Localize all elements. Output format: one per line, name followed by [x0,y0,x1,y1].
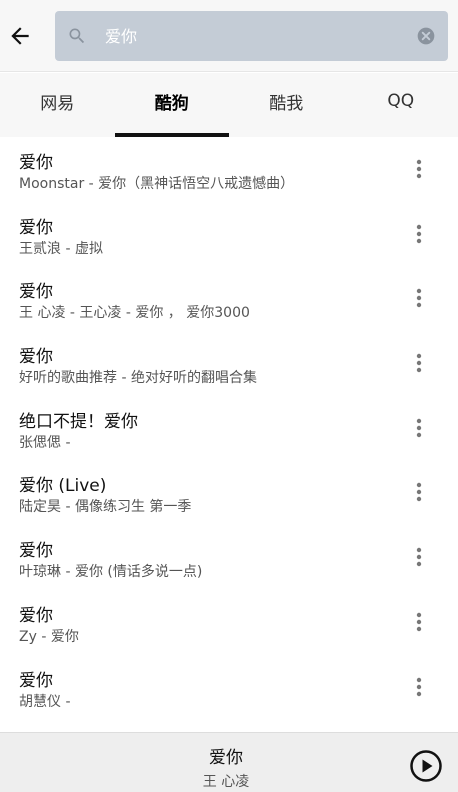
song-title: 爱你 [19,347,53,368]
more-vertical-icon [416,353,422,373]
search-icon [69,28,85,44]
player-song-title: 爱你 [209,748,243,768]
mini-player[interactable]: 爱你 王 心凌 [0,732,458,792]
more-options-button[interactable] [409,220,429,248]
song-row[interactable]: 爱你王贰浪 - 虚拟 [0,202,458,267]
song-row[interactable]: 爱你 Moonstar - 爱你（黑神话悟空八戒遗憾曲） [0,137,458,202]
song-title: 爱你 [19,541,53,562]
song-subtitle: 胡慧仪 - [19,693,71,710]
song-row[interactable]: 爱你好听的歌曲推荐 - 绝对好听的翻唱合集 [0,331,458,396]
song-row[interactable]: 爱你 (Live) 陆定昊 - 偶像练习生 第一季 [0,460,458,525]
song-row[interactable]: 爱你叶琼琳 - 爱你 (情话多说一点) [0,525,458,590]
song-subtitle: 陆定昊 - 偶像练习生 第一季 [19,499,192,516]
search-input[interactable] [105,20,405,52]
back-button[interactable] [4,18,36,54]
tab-kuwo[interactable]: 酷我 [229,73,344,137]
song-subtitle: 王贰浪 - 虚拟 [19,240,103,257]
more-vertical-icon [416,224,422,243]
song-row[interactable]: 爱你 Zy - 爱你 [0,590,458,655]
more-options-button[interactable] [409,155,429,183]
more-vertical-icon [416,289,422,308]
song-title: 爱你 (Live) [19,476,107,497]
more-options-button[interactable] [409,608,429,636]
play-circle-icon[interactable] [409,749,443,783]
player-artist: 王 心凌 [202,774,250,790]
search-box[interactable] [55,11,448,61]
song-title: 绝口不提！爱你 [19,411,138,432]
top-bar [0,0,458,72]
more-vertical-icon [416,612,422,632]
more-options-button[interactable] [409,349,429,377]
song-row[interactable]: 爱你王 心凌 - 王心凌 - 爱你 ， 爱你3000 [0,266,458,331]
tab-kugou[interactable]: 酷狗 [114,73,230,137]
more-options-button[interactable] [409,414,429,442]
song-subtitle: 张偲偲 - [19,434,71,451]
more-options-button[interactable] [409,478,429,506]
song-title: 爱你 [19,670,53,691]
song-list: 爱你 Moonstar - 爱你（黑神话悟空八戒遗憾曲） 爱你 王贰浪 - 虚拟 爱你王… [0,137,458,719]
song-title: 爱你 [19,153,53,173]
song-subtitle: 好听的歌曲推荐 - 绝对好听的翻唱合集 [19,370,257,387]
song-row[interactable]: 绝口不提！爱你张偲偲 - [0,396,458,461]
song-subtitle: Zy - 爱你 [19,628,79,645]
song-title: 爱你 [19,282,53,303]
song-subtitle: 叶琼琳 - 爱你 (情话多说一点) [19,564,203,581]
more-vertical-icon [416,483,422,502]
song-title: 爱你 [19,605,53,626]
more-options-button[interactable] [409,284,429,312]
arrow-left-icon [11,27,29,45]
more-options-button[interactable] [409,543,429,571]
song-subtitle: Moonstar - 爱你（黑神话悟空八戒遗憾曲） [19,176,295,192]
source-tabs: 网易 酷狗 酷我 QQ [0,73,458,137]
more-vertical-icon [416,418,422,437]
song-title: 爱你 [19,217,53,238]
song-subtitle: 王 心凌 - 王心凌 - 爱你 ， 爱你3000 [19,305,250,322]
clear-circle-icon[interactable] [416,26,436,46]
tab-netease[interactable]: 网易 [0,73,115,137]
song-row[interactable]: 爱你胡慧仪 - [0,655,458,720]
more-vertical-icon [416,547,422,567]
tab-qq[interactable]: QQ [344,73,458,137]
more-options-button[interactable] [409,673,429,701]
more-vertical-icon [416,159,422,179]
more-vertical-icon [416,677,422,696]
